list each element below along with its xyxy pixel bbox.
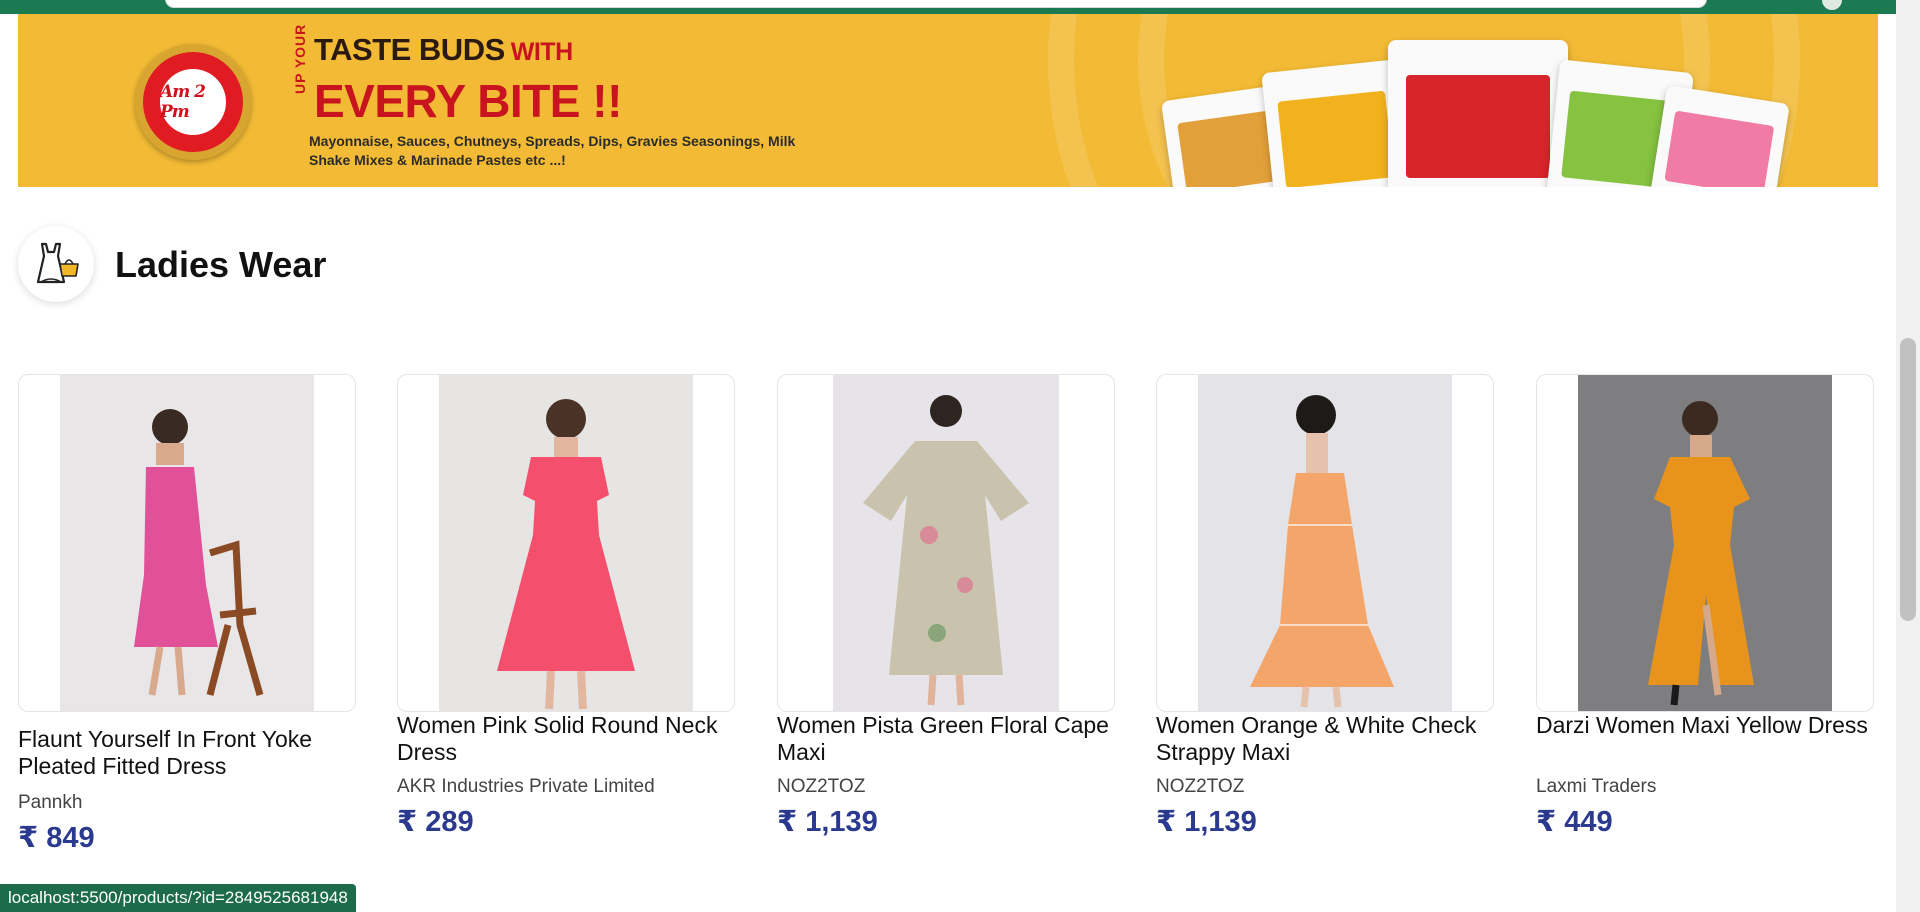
product-price: ₹ 1,139 [1156,806,1257,838]
search-bar[interactable] [165,0,1707,8]
product-price: ₹ 1,139 [777,806,878,838]
product-price: ₹ 449 [1536,806,1613,838]
product-pack-image [1261,59,1409,187]
product-image[interactable] [60,375,314,711]
promo-banner[interactable]: Am 2 Pm UP YOUR TASTE BUDS WITH EVERY BIT… [18,14,1878,187]
banner-headline-every-bite: EVERY BITE !! [314,75,622,127]
dress-shopping-bag-icon [18,226,94,302]
product-image-frame[interactable] [777,374,1115,712]
banner-headline: TASTE BUDS WITH [314,32,573,68]
banner-headline-with: WITH [510,38,573,66]
product-seller: AKR Industries Private Limited [397,776,655,797]
banner-up-your: UP YOUR [292,23,308,94]
product-price: ₹ 289 [397,806,474,838]
product-price: ₹ 849 [18,822,95,854]
product-title[interactable]: Darzi Women Maxi Yellow Dress [1536,712,1874,739]
product-seller: NOZ2TOZ [1156,776,1245,797]
product-pack-image [1650,84,1790,187]
product-image[interactable] [833,375,1059,711]
scrollbar-thumb[interactable] [1900,338,1916,621]
product-pack-image [1388,40,1568,187]
product-image[interactable] [1578,375,1832,711]
status-bar-url: localhost:5500/products/?id=284952568194… [0,884,356,912]
product-title[interactable]: Women Orange & White Check Strappy Maxi [1156,712,1494,766]
product-seller: Pannkh [18,792,83,813]
banner-headline-taste: TASTE BUDS [314,32,505,67]
product-image-frame[interactable] [18,374,356,712]
product-image[interactable] [439,375,693,711]
product-title[interactable]: Women Pista Green Floral Cape Maxi [777,712,1115,766]
product-title[interactable]: Flaunt Yourself In Front Yoke Pleated Fi… [18,726,356,780]
brand-logo: Am 2 Pm [135,44,251,160]
product-image-frame[interactable] [1536,374,1874,712]
product-seller: Laxmi Traders [1536,776,1657,797]
product-title[interactable]: Women Pink Solid Round Neck Dress [397,712,735,766]
product-seller: NOZ2TOZ [777,776,866,797]
browser-top-strip [0,0,1920,14]
brand-logo-text: Am 2 Pm [160,69,226,135]
banner-tagline: Mayonnaise, Sauces, Chutneys, Spreads, D… [309,133,796,168]
user-avatar[interactable] [1822,0,1842,10]
product-image-frame[interactable] [397,374,735,712]
section-title: Ladies Wear [115,244,327,285]
product-image-frame[interactable] [1156,374,1494,712]
product-image[interactable] [1198,375,1452,711]
